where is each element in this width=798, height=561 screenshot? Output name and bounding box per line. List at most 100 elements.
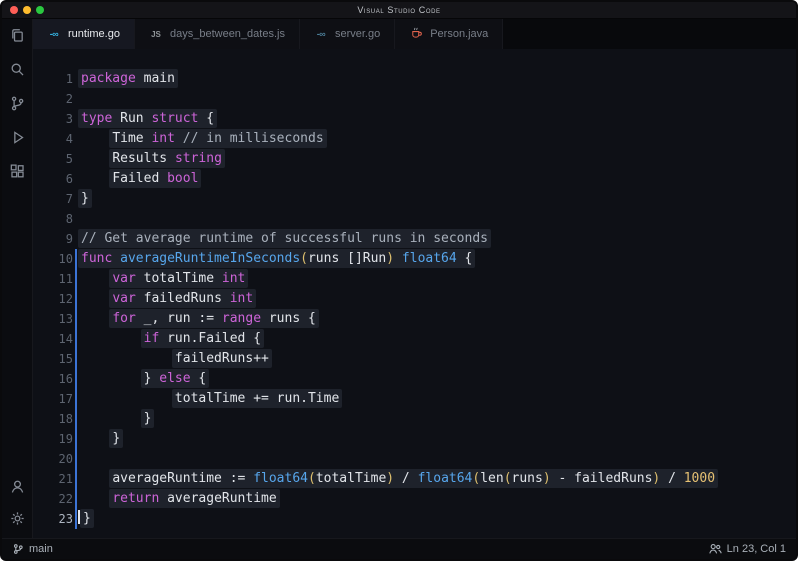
account-button[interactable]: [6, 478, 28, 500]
branch-name: main: [29, 543, 53, 555]
settings-button[interactable]: [6, 510, 28, 532]
branch-indicator[interactable]: main: [12, 543, 53, 555]
tab-Person.java[interactable]: Person.java: [395, 19, 503, 49]
cursor-position: Ln 23, Col 1: [727, 543, 786, 555]
code-line[interactable]: 21 averageRuntime := float64(totalTime) …: [33, 469, 796, 489]
code-line[interactable]: 4 Time int // in milliseconds: [33, 129, 796, 149]
code-text: Failed bool: [78, 169, 201, 189]
code-line[interactable]: 19 }: [33, 429, 796, 449]
code-text: }: [78, 509, 94, 529]
code-line[interactable]: 6 Failed bool: [33, 169, 796, 189]
code-text: averageRuntime := float64(totalTime) / f…: [78, 469, 718, 489]
minimize-button[interactable]: [23, 6, 31, 14]
code-line[interactable]: 1package main: [33, 69, 796, 89]
line-number: 3: [33, 109, 73, 129]
close-button[interactable]: [10, 6, 18, 14]
code-text: var failedRuns int: [78, 289, 256, 309]
search-button[interactable]: [6, 61, 28, 83]
files-icon: [9, 27, 26, 49]
code-line[interactable]: 7}: [33, 189, 796, 209]
code-line[interactable]: 3type Run struct {: [33, 109, 796, 129]
code-line[interactable]: 9// Get average runtime of successful ru…: [33, 229, 796, 249]
editor[interactable]: 1package main23type Run struct {4 Time i…: [33, 49, 796, 538]
code-text: }: [78, 189, 92, 209]
line-number: 18: [33, 409, 73, 429]
code-line[interactable]: 5 Results string: [33, 149, 796, 169]
line-number: 8: [33, 209, 73, 229]
line-number: 23: [33, 509, 73, 529]
extensions-button[interactable]: [6, 163, 28, 185]
line-number: 21: [33, 469, 73, 489]
java-file-icon: [409, 27, 423, 41]
code-text: }: [78, 429, 123, 449]
code-line[interactable]: 17 totalTime += run.Time: [33, 389, 796, 409]
code-line[interactable]: 8: [33, 209, 796, 229]
run-debug-button[interactable]: [6, 129, 28, 151]
activity-bar-top: [6, 27, 28, 185]
tab-label: server.go: [335, 28, 380, 40]
line-number: 4: [33, 129, 73, 149]
line-number: 17: [33, 389, 73, 409]
code-line[interactable]: 13 for _, run := range runs {: [33, 309, 796, 329]
code-line[interactable]: 18 }: [33, 409, 796, 429]
title-bar: Visual Studio Code: [2, 2, 796, 19]
code-text: Time int // in milliseconds: [78, 129, 327, 149]
code-line[interactable]: 15 failedRuns++: [33, 349, 796, 369]
line-number: 15: [33, 349, 73, 369]
code-line[interactable]: 2: [33, 89, 796, 109]
line-number: 13: [33, 309, 73, 329]
code-text: type Run struct {: [78, 109, 217, 129]
code-text: }: [78, 409, 154, 429]
tab-label: days_between_dates.js: [170, 28, 285, 40]
code-line[interactable]: 14 if run.Failed {: [33, 329, 796, 349]
source-control-icon: [9, 95, 26, 117]
run-debug-icon: [9, 129, 26, 151]
tab-runtime.go[interactable]: -∞ runtime.go: [33, 19, 135, 49]
line-number: 12: [33, 289, 73, 309]
tab-server.go[interactable]: -∞ server.go: [300, 19, 395, 49]
line-number: 1: [33, 69, 73, 89]
files-button[interactable]: [6, 27, 28, 49]
window-title: Visual Studio Code: [2, 5, 796, 15]
code-text: failedRuns++: [78, 349, 272, 369]
code-text: for _, run := range runs {: [78, 309, 319, 329]
search-icon: [9, 61, 26, 83]
line-number: 10: [33, 249, 73, 269]
vscode-window: Visual Studio Code -∞ runtime.go JSdays_be…: [0, 0, 798, 561]
line-number: 11: [33, 269, 73, 289]
code-text: // Get average runtime of successful run…: [78, 229, 491, 249]
zoom-button[interactable]: [36, 6, 44, 14]
code-line[interactable]: 16 } else {: [33, 369, 796, 389]
code-text: totalTime += run.Time: [78, 389, 342, 409]
line-number: 7: [33, 189, 73, 209]
code-text: if run.Failed {: [78, 329, 264, 349]
accounts-icon: [708, 542, 722, 556]
account-icon: [9, 478, 26, 500]
line-number: 5: [33, 149, 73, 169]
code-line[interactable]: 22 return averageRuntime: [33, 489, 796, 509]
tab-label: runtime.go: [68, 28, 120, 40]
go-file-icon: -∞: [314, 27, 328, 41]
code-text: var totalTime int: [78, 269, 248, 289]
code-line[interactable]: 12 var failedRuns int: [33, 289, 796, 309]
line-number: 20: [33, 449, 73, 469]
code-text: return averageRuntime: [78, 489, 280, 509]
line-number: 2: [33, 89, 73, 109]
line-number: 16: [33, 369, 73, 389]
tab-label: Person.java: [430, 28, 488, 40]
code-line[interactable]: 10func averageRuntimeInSeconds(runs []Ru…: [33, 249, 796, 269]
code-line[interactable]: 23}: [33, 509, 796, 529]
cursor-position-indicator[interactable]: Ln 23, Col 1: [708, 542, 786, 556]
code-line[interactable]: 20: [33, 449, 796, 469]
tab-days_between_dates.js[interactable]: JSdays_between_dates.js: [135, 19, 300, 49]
code-line[interactable]: 11 var totalTime int: [33, 269, 796, 289]
activity-bar: [2, 19, 33, 538]
code-text: } else {: [78, 369, 209, 389]
code-text: func averageRuntimeInSeconds(runs []Run)…: [78, 249, 475, 269]
go-file-icon: -∞: [47, 27, 61, 41]
code-text: Results string: [78, 149, 225, 169]
code-text: package main: [78, 69, 178, 89]
source-control-button[interactable]: [6, 95, 28, 117]
settings-icon: [9, 510, 26, 532]
window-controls: [10, 6, 44, 14]
